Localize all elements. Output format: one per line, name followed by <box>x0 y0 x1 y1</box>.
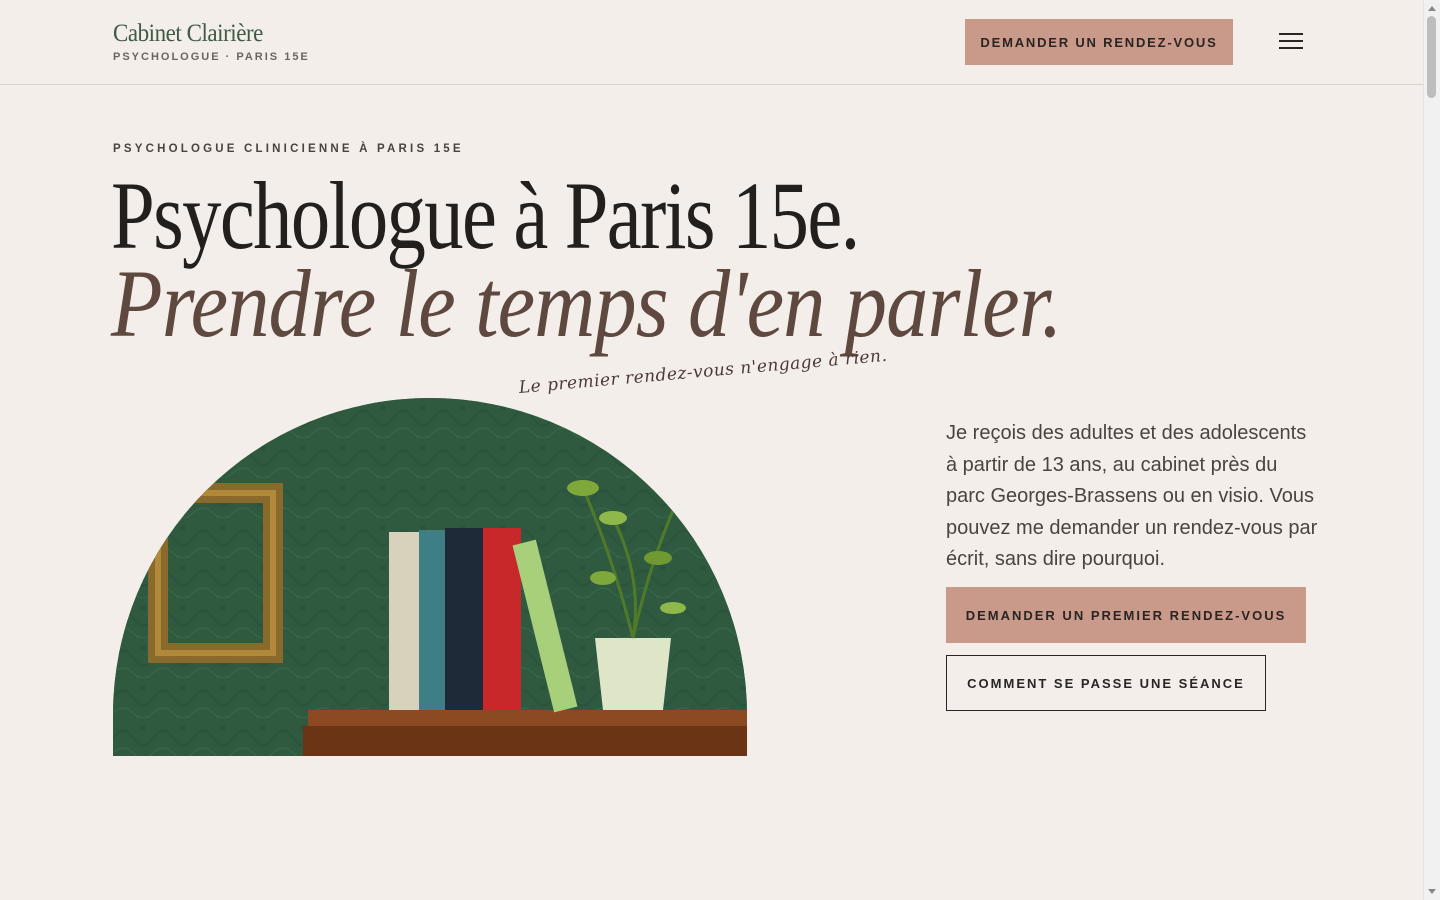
hero-eyebrow: PSYCHOLOGUE CLINICIENNE À PARIS 15E <box>113 143 464 155</box>
scroll-up-arrow-icon[interactable] <box>1428 6 1436 11</box>
logo-subtitle: PSYCHOLOGUE · PARIS 15E <box>113 51 310 63</box>
hero-title-line2: Prendre le temps d'en parler. <box>111 250 1062 357</box>
logo-name: Cabinet Clairière <box>113 20 263 47</box>
hamburger-menu-icon[interactable] <box>1276 30 1306 54</box>
hero-intro-text: Je reçois des adultes et des adolescents… <box>946 422 1318 570</box>
hero-photo-bookshelf <box>113 398 747 756</box>
first-appointment-button[interactable]: DEMANDER UN PREMIER RENDEZ-VOUS <box>946 587 1306 643</box>
bookshelf-illustration <box>113 398 747 756</box>
header-appointment-button[interactable]: DEMANDER UN RENDEZ-VOUS <box>965 19 1233 65</box>
scroll-down-arrow-icon[interactable] <box>1428 889 1436 894</box>
page-scrollbar[interactable] <box>1423 0 1440 900</box>
session-info-button[interactable]: COMMENT SE PASSE UNE SÉANCE <box>946 655 1266 711</box>
scrollbar-thumb[interactable] <box>1427 16 1436 98</box>
site-header: Cabinet Clairière PSYCHOLOGUE · PARIS 15… <box>0 0 1424 85</box>
logo[interactable]: Cabinet Clairière PSYCHOLOGUE · PARIS 15… <box>113 20 310 63</box>
